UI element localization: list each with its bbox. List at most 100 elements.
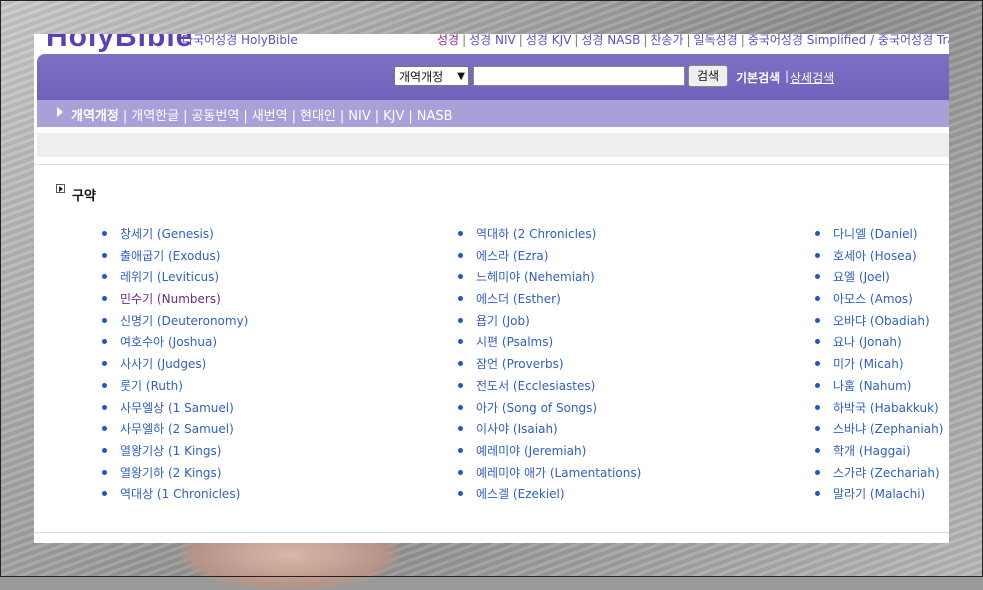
version-link-niv[interactable]: NIV bbox=[348, 109, 370, 124]
list-item: 사무엘하 (2 Samuel) bbox=[102, 420, 248, 442]
version-bar: 개역개정 | 개역한글 | 공동번역 | 새번역 | 현대인 | NIV | KJV | NASB bbox=[37, 100, 949, 127]
list-item: 아모스 (Amos) bbox=[815, 290, 943, 312]
book-link[interactable]: 역대하 (2 Chronicles) bbox=[476, 227, 596, 241]
list-item: 역대상 (1 Chronicles) bbox=[102, 485, 248, 507]
book-link[interactable]: 욥기 (Job) bbox=[476, 314, 530, 328]
book-link[interactable]: 신명기 (Deuteronomy) bbox=[120, 314, 248, 328]
top-link-daily[interactable]: 일독성경 bbox=[694, 34, 738, 47]
list-item: 사무엘상 (1 Samuel) bbox=[102, 399, 248, 421]
chevron-down-icon: ▼ bbox=[457, 71, 465, 82]
version-link-hyeondaein[interactable]: 현대인 bbox=[300, 109, 336, 124]
list-item: 에스더 (Esther) bbox=[458, 290, 641, 312]
list-item: 미가 (Micah) bbox=[815, 355, 943, 377]
list-item: 역대하 (2 Chronicles) bbox=[458, 225, 641, 247]
book-link[interactable]: 에스겔 (Ezekiel) bbox=[476, 487, 565, 501]
list-item: 느헤미야 (Nehemiah) bbox=[458, 268, 641, 290]
top-link-bible[interactable]: 성경 bbox=[437, 34, 459, 47]
search-bar: 개역개정 ▼ 검색 기본검색 | 상세검색 bbox=[37, 54, 949, 100]
book-list-col1: 창세기 (Genesis) 출애굽기 (Exodus) 레위기 (Levitic… bbox=[102, 225, 248, 507]
version-link-saebeonyeok[interactable]: 새번역 bbox=[252, 109, 288, 124]
book-link[interactable]: 에스더 (Esther) bbox=[476, 292, 561, 306]
list-item: 열왕기하 (2 Kings) bbox=[102, 464, 248, 486]
site-subtitle[interactable]: 다국어성경 HolyBible bbox=[182, 34, 298, 48]
list-item: 에스겔 (Ezekiel) bbox=[458, 485, 641, 507]
list-item: 욥기 (Job) bbox=[458, 312, 641, 334]
play-box-icon bbox=[56, 184, 65, 193]
book-link[interactable]: 전도서 (Ecclesiastes) bbox=[476, 379, 595, 393]
book-link[interactable]: 창세기 (Genesis) bbox=[120, 227, 214, 241]
book-link[interactable]: 아가 (Song of Songs) bbox=[476, 401, 597, 415]
book-list-col2: 역대하 (2 Chronicles) 에스라 (Ezra) 느헤미야 (Nehe… bbox=[458, 225, 641, 507]
book-link[interactable]: 스바냐 (Zephaniah) bbox=[833, 422, 943, 436]
list-item: 사사기 (Judges) bbox=[102, 355, 248, 377]
book-link[interactable]: 여호수아 (Joshua) bbox=[120, 335, 217, 349]
list-item: 창세기 (Genesis) bbox=[102, 225, 248, 247]
list-item: 예레미야 (Jeremiah) bbox=[458, 442, 641, 464]
book-link[interactable]: 사무엘상 (1 Samuel) bbox=[120, 401, 234, 415]
version-select[interactable]: 개역개정 ▼ bbox=[394, 66, 469, 86]
search-button[interactable]: 검색 bbox=[688, 65, 728, 87]
book-link[interactable]: 호세아 (Hosea) bbox=[833, 249, 917, 263]
basic-search-link[interactable]: 기본검색 bbox=[736, 69, 780, 86]
book-link[interactable]: 예레미야 (Jeremiah) bbox=[476, 444, 586, 458]
book-link[interactable]: 느헤미야 (Nehemiah) bbox=[476, 270, 595, 284]
book-list-col3: 다니엘 (Daniel) 호세아 (Hosea) 요엘 (Joel) 아모스 (… bbox=[815, 225, 943, 507]
top-link-nasb[interactable]: 성경 NASB bbox=[581, 34, 640, 47]
version-link-gaeyeokhangeul[interactable]: 개역한글 bbox=[131, 109, 179, 124]
top-link-niv[interactable]: 성경 NIV bbox=[469, 34, 516, 47]
book-link[interactable]: 학개 (Haggai) bbox=[833, 444, 911, 458]
list-item: 이사야 (Isaiah) bbox=[458, 420, 641, 442]
advanced-search-link[interactable]: 상세검색 bbox=[790, 69, 834, 86]
list-item: 다니엘 (Daniel) bbox=[815, 225, 943, 247]
book-link[interactable]: 요나 (Jonah) bbox=[833, 335, 902, 349]
list-item: 전도서 (Ecclesiastes) bbox=[458, 377, 641, 399]
book-link[interactable]: 사사기 (Judges) bbox=[120, 357, 206, 371]
list-item: 스바냐 (Zephaniah) bbox=[815, 420, 943, 442]
top-link-kjv[interactable]: 성경 KJV bbox=[526, 34, 572, 47]
list-item: 예레미야 애가 (Lamentations) bbox=[458, 464, 641, 486]
list-item: 출애굽기 (Exodus) bbox=[102, 247, 248, 269]
book-link[interactable]: 열왕기하 (2 Kings) bbox=[120, 466, 221, 480]
list-item: 레위기 (Leviticus) bbox=[102, 268, 248, 290]
book-link[interactable]: 스가랴 (Zechariah) bbox=[833, 466, 940, 480]
book-link[interactable]: 예레미야 애가 (Lamentations) bbox=[476, 466, 641, 480]
list-item: 하박국 (Habakkuk) bbox=[815, 399, 943, 421]
version-link-kjv[interactable]: KJV bbox=[383, 109, 404, 124]
book-link[interactable]: 나훔 (Nahum) bbox=[833, 379, 912, 393]
book-link[interactable]: 오바댜 (Obadiah) bbox=[833, 314, 930, 328]
section-title: 구약 bbox=[72, 189, 96, 204]
book-link[interactable]: 미가 (Micah) bbox=[833, 357, 904, 371]
book-link[interactable]: 열왕기상 (1 Kings) bbox=[120, 444, 221, 458]
list-item: 요엘 (Joel) bbox=[815, 268, 943, 290]
book-link[interactable]: 하박국 (Habakkuk) bbox=[833, 401, 939, 415]
book-link[interactable]: 시편 (Psalms) bbox=[476, 335, 553, 349]
book-link[interactable]: 다니엘 (Daniel) bbox=[833, 227, 918, 241]
book-link[interactable]: 출애굽기 (Exodus) bbox=[120, 249, 220, 263]
site-logo[interactable]: HolyBible bbox=[46, 34, 193, 54]
book-link[interactable]: 말라기 (Malachi) bbox=[833, 487, 925, 501]
list-item: 에스라 (Ezra) bbox=[458, 247, 641, 269]
book-link[interactable]: 역대상 (1 Chronicles) bbox=[120, 487, 240, 501]
book-link[interactable]: 이사야 (Isaiah) bbox=[476, 422, 558, 436]
book-link[interactable]: 레위기 (Leviticus) bbox=[120, 270, 219, 284]
book-link[interactable]: 룻기 (Ruth) bbox=[120, 379, 183, 393]
book-link[interactable]: 아모스 (Amos) bbox=[833, 292, 913, 306]
version-link-gaeyeokgaejeong[interactable]: 개역개정 bbox=[71, 109, 119, 124]
book-link[interactable]: 잠언 (Proverbs) bbox=[476, 357, 564, 371]
version-link-nasb[interactable]: NASB bbox=[417, 109, 453, 124]
list-item: 아가 (Song of Songs) bbox=[458, 399, 641, 421]
version-link-gongdong[interactable]: 공동번역 bbox=[191, 109, 239, 124]
list-item: 잠언 (Proverbs) bbox=[458, 355, 641, 377]
list-item: 스가랴 (Zechariah) bbox=[815, 464, 943, 486]
book-link[interactable]: 민수기 (Numbers) bbox=[120, 292, 221, 306]
top-link-hymn[interactable]: 찬송가 bbox=[650, 34, 683, 47]
list-item: 시편 (Psalms) bbox=[458, 333, 641, 355]
list-item: 여호수아 (Joshua) bbox=[102, 333, 248, 355]
list-item: 학개 (Haggai) bbox=[815, 442, 943, 464]
book-link[interactable]: 요엘 (Joel) bbox=[833, 270, 890, 284]
search-input[interactable] bbox=[473, 66, 685, 86]
list-item: 말라기 (Malachi) bbox=[815, 485, 943, 507]
top-link-chinese[interactable]: 중국어성경 Simplified / 중국어성경 Tra bbox=[748, 34, 949, 47]
book-link[interactable]: 사무엘하 (2 Samuel) bbox=[120, 422, 234, 436]
book-link[interactable]: 에스라 (Ezra) bbox=[476, 249, 548, 263]
